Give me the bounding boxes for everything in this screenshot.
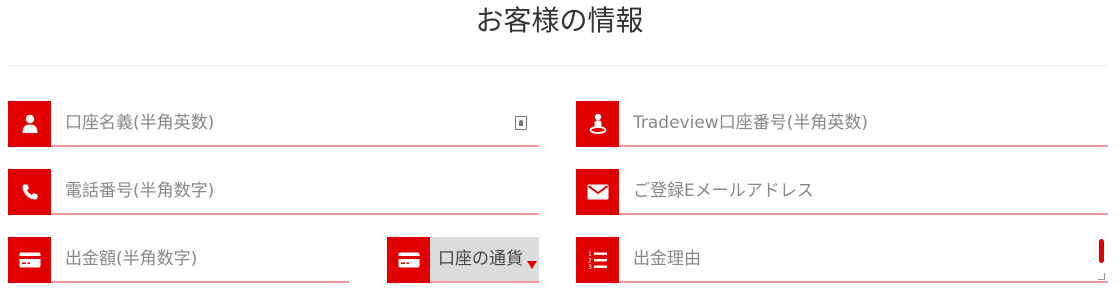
field-underline (51, 213, 539, 215)
reason-textarea[interactable]: 出金理由 (633, 237, 1078, 281)
amount-input[interactable]: 出金額(半角数字) (65, 237, 319, 281)
account-name-input[interactable]: 口座名義(半角英数) (65, 101, 509, 145)
email-input[interactable]: ご登録Eメールアドレス (633, 169, 1078, 213)
envelope-icon (576, 169, 619, 215)
resize-grip-icon[interactable] (1098, 273, 1105, 280)
person-pin-icon (576, 101, 619, 147)
phone-icon (8, 169, 51, 215)
phone-input[interactable]: 電話番号(半角数字) (65, 169, 509, 213)
credit-card-icon (387, 237, 430, 283)
tradeview-account-input[interactable]: Tradeview口座番号(半角英数) (633, 101, 1078, 145)
field-underline (619, 213, 1108, 215)
caret-down-icon[interactable] (527, 261, 537, 269)
tradeview-account-field[interactable]: Tradeview口座番号(半角英数) (576, 101, 1108, 147)
page-title: お客様の情報 (475, 4, 644, 37)
field-underline (619, 281, 1108, 283)
account-name-field[interactable]: 口座名義(半角英数) (8, 101, 539, 147)
phone-field[interactable]: 電話番号(半角数字) (8, 169, 539, 215)
contact-card-icon[interactable] (515, 116, 527, 130)
svg-text:3: 3 (588, 264, 592, 270)
user-icon (8, 101, 51, 147)
field-underline (619, 145, 1108, 147)
currency-select[interactable]: 口座の通貨 (387, 237, 539, 283)
field-underline (430, 281, 539, 283)
field-underline (51, 281, 349, 283)
currency-selected-value: 口座の通貨 (438, 249, 523, 269)
credit-card-icon (8, 237, 51, 283)
numbered-list-icon: 1 2 3 (576, 237, 619, 283)
field-underline (51, 145, 539, 147)
amount-field[interactable]: 出金額(半角数字) (8, 237, 349, 283)
textarea-scrollbar[interactable] (1099, 239, 1104, 263)
currency-select-box[interactable]: 口座の通貨 (430, 237, 539, 283)
email-field[interactable]: ご登録Eメールアドレス (576, 169, 1108, 215)
title-divider (8, 65, 1108, 66)
reason-field[interactable]: 1 2 3 出金理由 (576, 237, 1108, 283)
